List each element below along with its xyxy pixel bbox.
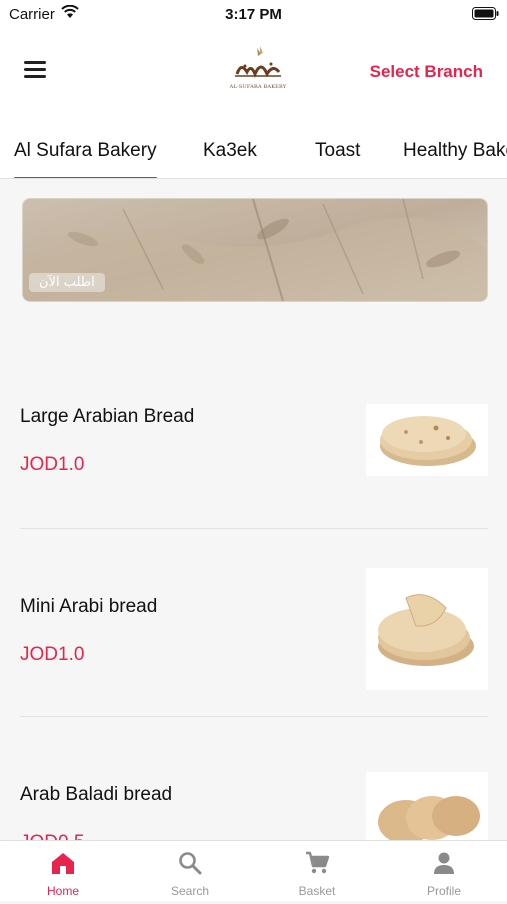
tab-ka3ek[interactable]: Ka3ek [203, 140, 257, 162]
select-branch-button[interactable]: Select Branch [370, 62, 483, 82]
battery-icon [472, 7, 499, 20]
nav-profile[interactable]: Profile [381, 841, 507, 901]
product-image [366, 404, 488, 476]
product-image [366, 772, 488, 842]
clock: 3:17 PM [225, 6, 282, 23]
nav-search-label: Search [170, 884, 210, 898]
nav-basket[interactable]: Basket [254, 841, 380, 901]
product-price: JOD1.0 [20, 644, 85, 665]
bakery-logo: AL-SUFARA BAKERY [227, 44, 289, 92]
promo-banner[interactable]: اطلب الآن [22, 198, 488, 302]
top-nav: AL-SUFARA BAKERY Select Branch [0, 28, 507, 120]
bottom-tab-bar: Home Search Basket Profile [0, 840, 507, 901]
product-price: JOD1.0 [20, 454, 85, 475]
hamburger-menu-icon[interactable] [24, 61, 46, 79]
profile-icon [434, 852, 454, 874]
product-name: Large Arabian Bread [20, 406, 195, 427]
product-item[interactable]: Large Arabian Bread JOD1.0 [20, 340, 488, 529]
order-now-button[interactable]: اطلب الآن [29, 273, 105, 292]
search-icon [179, 852, 202, 875]
logo-subtext: AL-SUFARA BAKERY [229, 84, 287, 90]
cart-icon [306, 851, 330, 874]
home-icon [52, 853, 74, 874]
tab-healthy-bakery[interactable]: Healthy Bakery [403, 140, 507, 162]
category-tabs: Al Sufara Bakery Ka3ek Toast Healthy Bak… [0, 120, 507, 179]
tab-al-sufara-bakery[interactable]: Al Sufara Bakery [14, 140, 157, 178]
product-image [366, 568, 488, 690]
nav-home-label: Home [46, 884, 79, 898]
product-item[interactable]: Mini Arabi bread JOD1.0 [20, 528, 488, 717]
product-name: Arab Baladi bread [20, 784, 173, 805]
status-bar: Carrier 3:17 PM [0, 0, 507, 28]
nav-profile-label: Profile [426, 884, 461, 898]
tab-toast[interactable]: Toast [315, 140, 360, 162]
nav-search[interactable]: Search [127, 841, 253, 901]
nav-home[interactable]: Home [0, 841, 126, 901]
product-name: Mini Arabi bread [20, 596, 158, 617]
nav-basket-label: Basket [298, 884, 336, 898]
